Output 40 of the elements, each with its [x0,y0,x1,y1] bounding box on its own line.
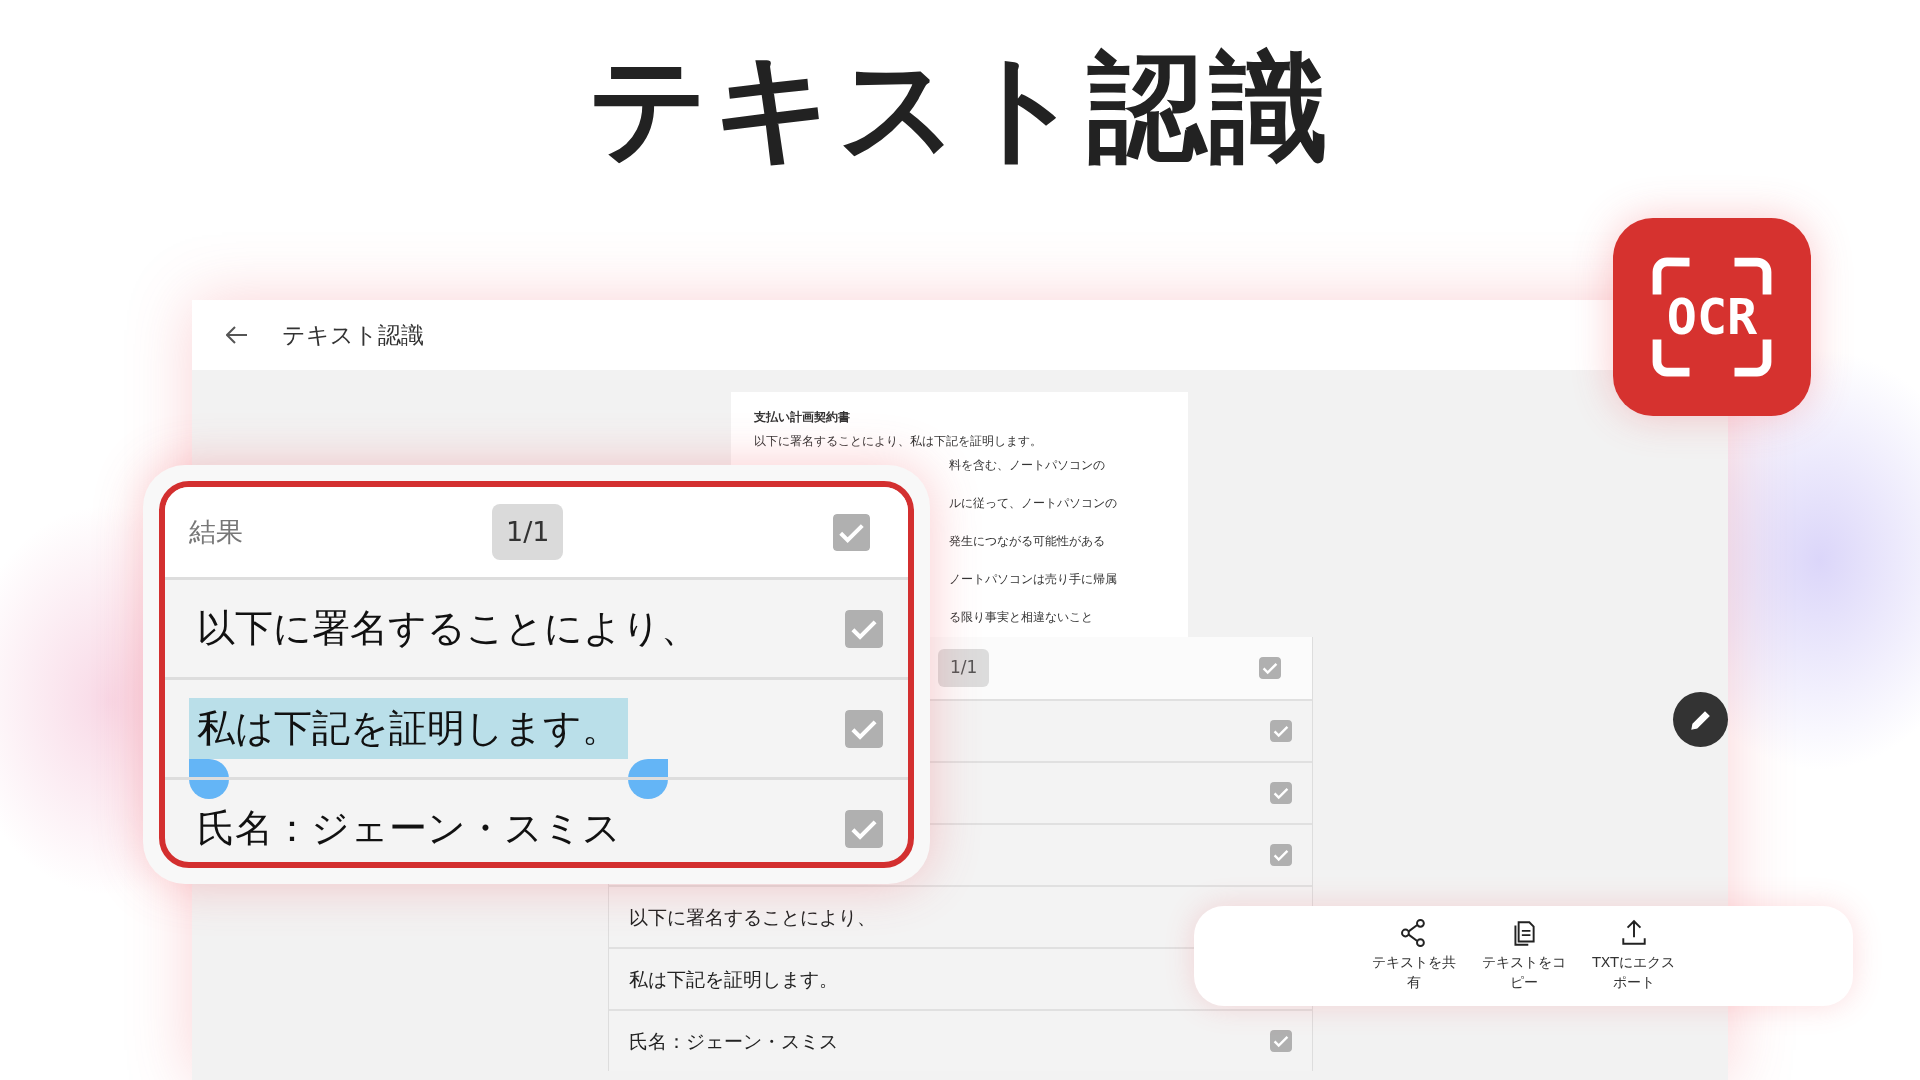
result-text: 以下に署名することにより、 [629,904,876,930]
page-counter: 1/1 [492,503,564,561]
document-line: 発生につながる可能性がある [949,534,1105,548]
action-label: TXTにエクスポート [1591,953,1676,992]
result-row[interactable]: 以下に署名することにより、 [165,577,908,677]
action-button[interactable]: TXTにエクスポート [1581,914,1686,992]
action-label: テキストを共有 [1370,953,1457,992]
scan-frame-icon [1652,257,1772,377]
result-row[interactable]: 私は下記を証明します。 [165,677,908,777]
ocr-label: OCR [1666,292,1758,342]
checkbox[interactable] [845,609,883,648]
result-text: 氏名：ジェーン・スミス [629,1028,838,1054]
page-counter: 1/1 [938,649,990,687]
action-button[interactable]: テキストを共有 [1361,914,1466,992]
selection-handle[interactable] [189,759,229,799]
back-icon[interactable] [226,326,248,344]
checkbox[interactable] [833,513,870,551]
checkbox[interactable] [1259,657,1281,679]
screen-title: テキスト認識 [282,320,424,350]
document-line: 料を含む、ノートパソコンの [949,458,1105,472]
result-text: 氏名：ジェーン・スミス [196,805,622,852]
result-title: 結果 [189,514,244,549]
action-button[interactable]: テキストをコピー [1471,914,1576,992]
checkbox[interactable] [845,709,883,748]
result-text: 以下に署名することにより、 [196,605,700,652]
checkbox[interactable] [1270,720,1292,742]
selection-handle[interactable] [628,759,668,799]
document-line: ノートパソコンは売り手に帰属 [949,572,1117,586]
document-line: る限り事実と相違ないこと [949,610,1093,624]
document-line: ルに従って、ノートパソコンの [949,496,1117,510]
checkbox[interactable] [845,809,883,848]
checkbox[interactable] [1270,1030,1292,1052]
result-text: 私は下記を証明します。 [629,966,838,992]
document-line: 以下に署名することにより、私は下記を証明します。 [754,434,1042,448]
result-row[interactable]: 氏名：ジェーン・スミス [165,777,908,862]
headline: テキスト認識 [588,48,1332,166]
document-heading: 支払い計画契約書 [754,410,850,424]
checkbox[interactable] [1270,782,1292,804]
action-label: テキストをコピー [1480,953,1567,992]
checkbox[interactable] [1270,844,1292,866]
